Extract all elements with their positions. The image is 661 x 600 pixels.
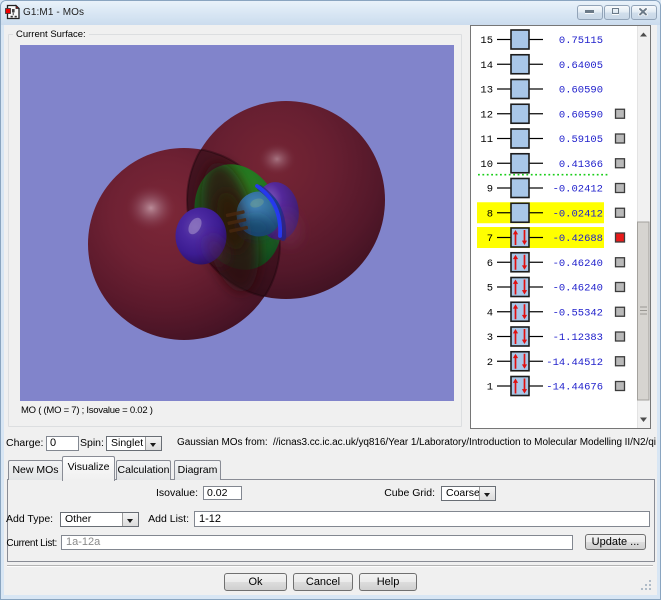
svg-text:14: 14 bbox=[480, 60, 493, 72]
svg-text:7: 7 bbox=[487, 233, 493, 245]
svg-text:0.41366: 0.41366 bbox=[559, 159, 603, 171]
svg-text:-0.55342: -0.55342 bbox=[553, 307, 603, 319]
svg-text:-0.46240: -0.46240 bbox=[553, 283, 603, 295]
svg-text:2: 2 bbox=[487, 357, 493, 369]
svg-text:0.75115: 0.75115 bbox=[559, 35, 603, 47]
svg-text:-0.02412: -0.02412 bbox=[553, 208, 603, 220]
svg-text:0.60590: 0.60590 bbox=[559, 109, 603, 121]
svg-text:0.60590: 0.60590 bbox=[559, 85, 603, 97]
svg-text:9: 9 bbox=[487, 184, 493, 196]
svg-text:-1.12383: -1.12383 bbox=[553, 332, 603, 344]
svg-text:1: 1 bbox=[487, 382, 493, 394]
svg-text:6: 6 bbox=[487, 258, 493, 270]
svg-text:11: 11 bbox=[480, 134, 493, 146]
svg-text:-0.46240: -0.46240 bbox=[553, 258, 603, 270]
svg-text:0.64005: 0.64005 bbox=[559, 60, 603, 72]
svg-text:5: 5 bbox=[487, 283, 493, 295]
svg-text:15: 15 bbox=[480, 35, 493, 47]
svg-text:4: 4 bbox=[487, 307, 493, 319]
svg-text:-14.44676: -14.44676 bbox=[546, 382, 603, 394]
svg-text:3: 3 bbox=[487, 332, 493, 344]
svg-text:13: 13 bbox=[480, 85, 493, 97]
svg-text:-0.02412: -0.02412 bbox=[553, 184, 603, 196]
svg-text:-14.44512: -14.44512 bbox=[546, 357, 603, 369]
svg-text:12: 12 bbox=[480, 109, 493, 121]
svg-text:0.59105: 0.59105 bbox=[559, 134, 603, 146]
svg-text:10: 10 bbox=[480, 159, 493, 171]
svg-text:8: 8 bbox=[487, 208, 493, 220]
svg-text:-0.42688: -0.42688 bbox=[553, 233, 603, 245]
